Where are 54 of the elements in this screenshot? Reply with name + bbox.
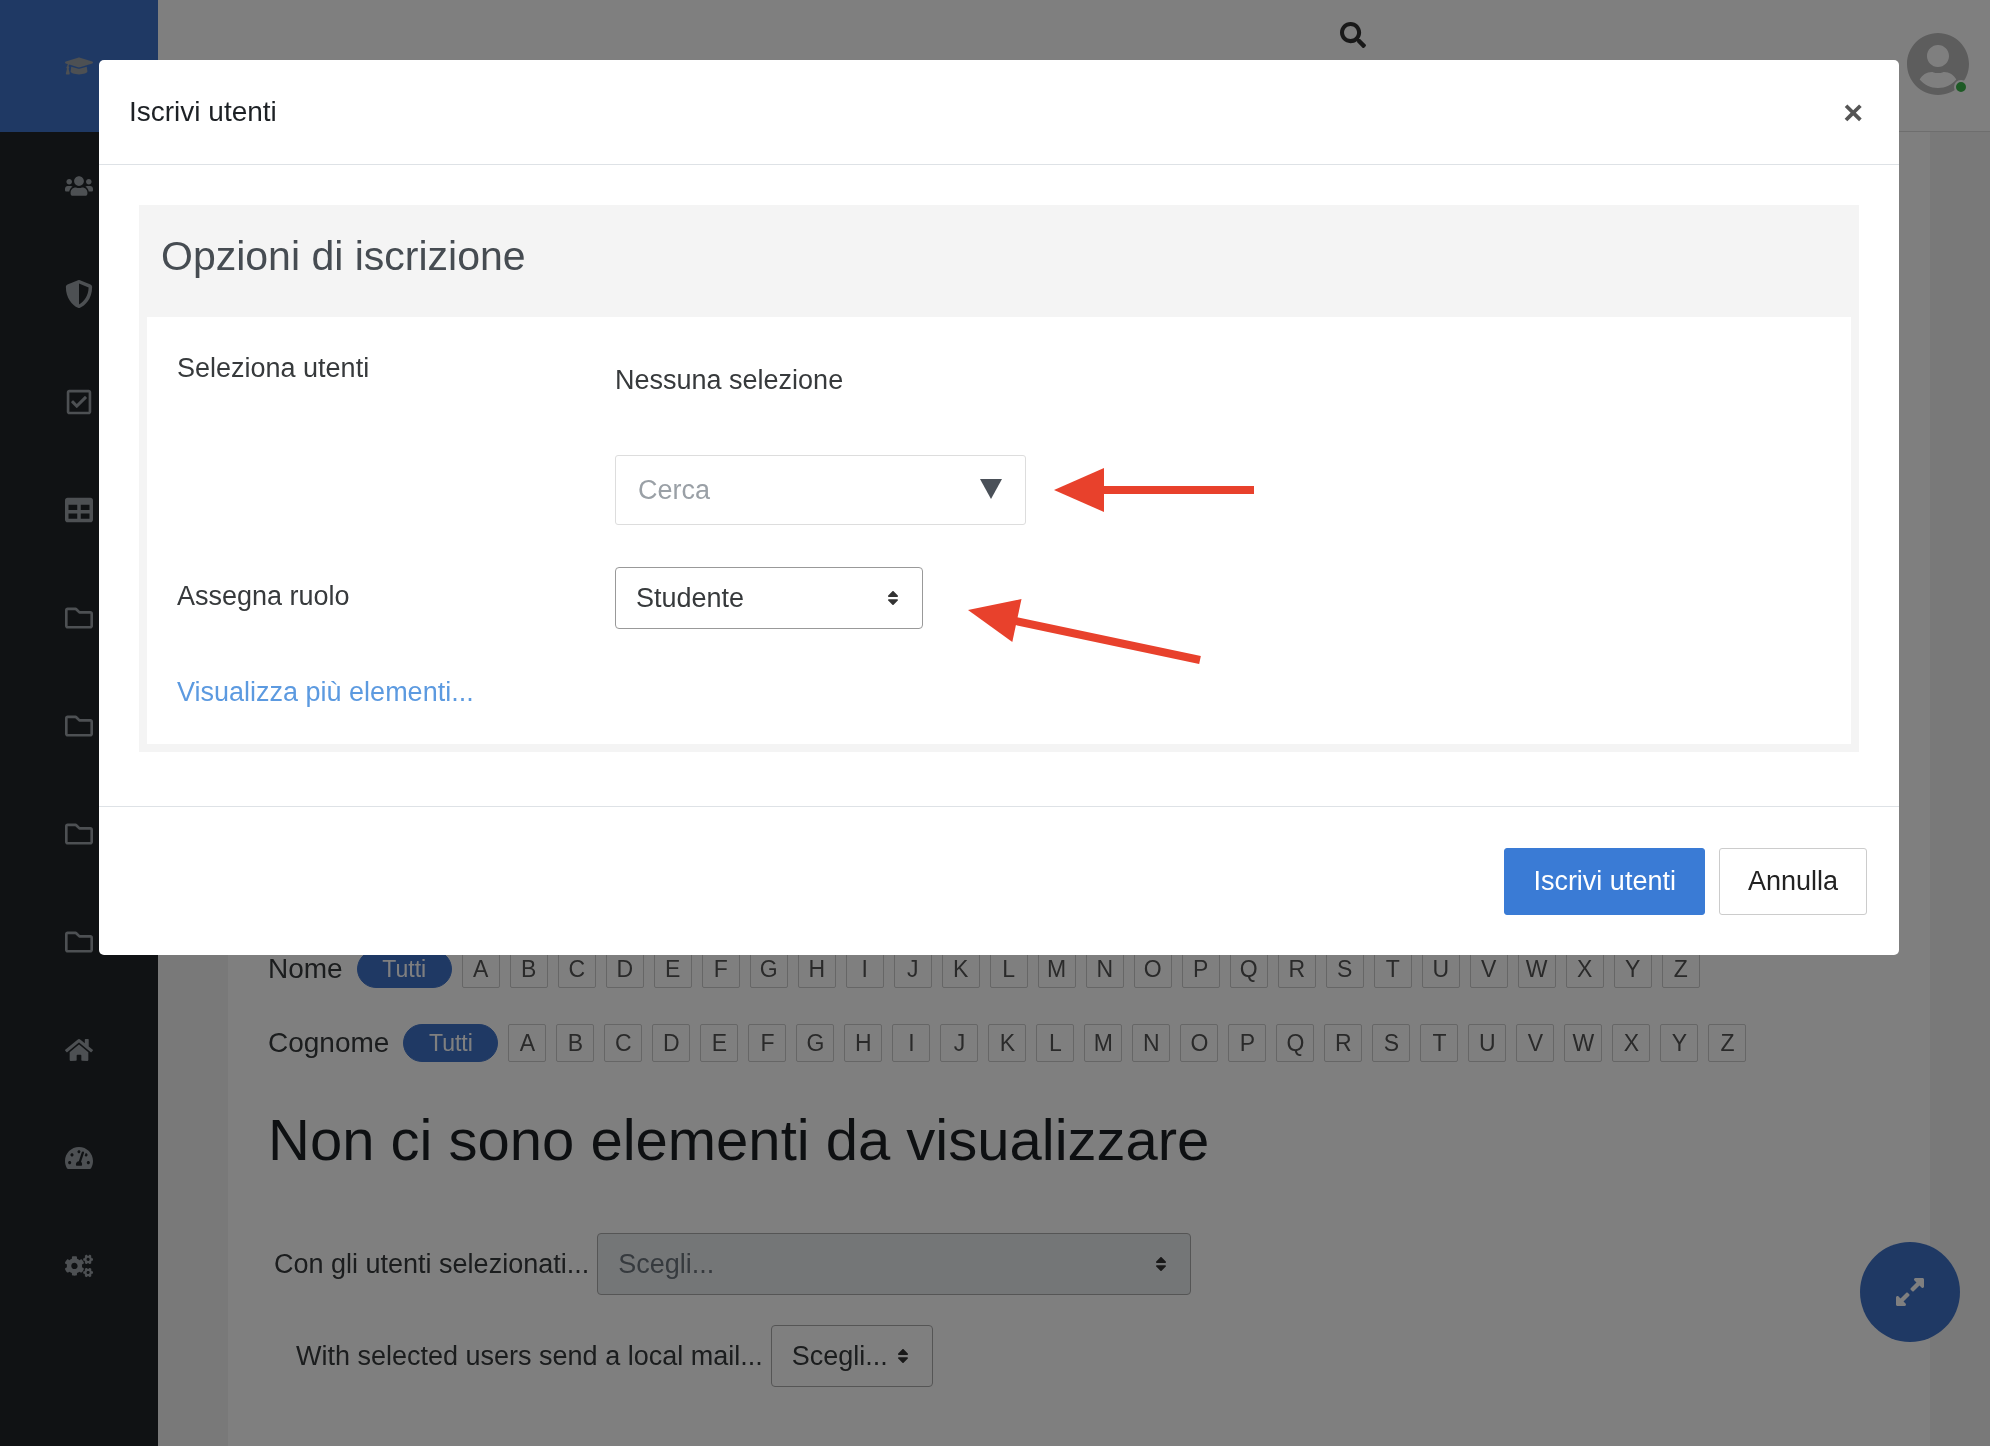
- caret-icon: [980, 479, 1002, 499]
- field-label: Assegna ruolo: [177, 580, 351, 613]
- modal-title: Iscrivi utenti: [129, 96, 277, 128]
- letter-filter[interactable]: T: [1420, 1024, 1459, 1062]
- filter-label: Nome: [268, 953, 343, 985]
- letter-filter[interactable]: G: [796, 1024, 835, 1062]
- letter-filter[interactable]: Q: [1276, 1024, 1315, 1062]
- letter-filter[interactable]: H: [844, 1024, 883, 1062]
- enrol-button[interactable]: Iscrivi utenti: [1504, 847, 1705, 915]
- letter-filter[interactable]: Z: [1708, 1024, 1747, 1062]
- letter-filter[interactable]: M: [1084, 1024, 1123, 1062]
- gauge-icon: [65, 1144, 93, 1172]
- letter-filter[interactable]: S: [1372, 1024, 1411, 1062]
- letter-filter[interactable]: K: [988, 1024, 1027, 1062]
- letter-filter[interactable]: W: [1564, 1024, 1603, 1062]
- letter-filter[interactable]: I: [892, 1024, 931, 1062]
- letter-filter[interactable]: V: [1516, 1024, 1555, 1062]
- empty-message: Non ci sono elementi da visualizzare: [268, 1106, 1211, 1173]
- section-title: Opzioni di iscrizione: [160, 232, 527, 281]
- home-icon: [65, 1036, 93, 1064]
- letter-filter[interactable]: P: [1228, 1024, 1267, 1062]
- letter-filter[interactable]: U: [1468, 1024, 1507, 1062]
- letter-filter[interactable]: B: [556, 1024, 595, 1062]
- selection-text: Nessuna selezione: [615, 364, 845, 396]
- bulk-action-label: Con gli utenti selezionati...: [274, 1248, 590, 1280]
- expand-icon: [1894, 1276, 1926, 1308]
- gears-icon: [65, 1252, 93, 1280]
- letter-filter[interactable]: D: [652, 1024, 691, 1062]
- letter-filter[interactable]: C: [604, 1024, 643, 1062]
- letter-filter[interactable]: O: [1180, 1024, 1219, 1062]
- letter-filter[interactable]: A: [508, 1024, 547, 1062]
- letter-filter[interactable]: N: [1132, 1024, 1171, 1062]
- shield-icon: [65, 280, 93, 308]
- letter-filter[interactable]: R: [1324, 1024, 1363, 1062]
- bulk-action-label: With selected users send a local mail...: [296, 1340, 763, 1372]
- checkbox-icon: [65, 388, 93, 416]
- action-select[interactable]: Scegli...: [597, 1233, 1192, 1295]
- letter-filter[interactable]: F: [748, 1024, 787, 1062]
- search-field[interactable]: Cerca: [615, 455, 1026, 525]
- close-button[interactable]: ×: [1837, 92, 1869, 132]
- cancel-button[interactable]: Annulla: [1718, 847, 1867, 915]
- letter-filter[interactable]: E: [700, 1024, 739, 1062]
- filter-label: Cognome: [268, 1027, 390, 1059]
- field-label: Seleziona utenti: [177, 353, 371, 385]
- more-link[interactable]: Visualizza più elementi...: [177, 677, 474, 707]
- letter-filter[interactable]: Y: [1660, 1024, 1699, 1062]
- role-select[interactable]: Studente: [615, 567, 923, 629]
- letter-filter[interactable]: J: [940, 1024, 979, 1062]
- letter-filter[interactable]: Tutti: [403, 1024, 499, 1062]
- table-icon: [65, 496, 93, 524]
- letter-filter[interactable]: X: [1612, 1024, 1651, 1062]
- action-select[interactable]: Scegli...: [770, 1325, 933, 1387]
- search-icon[interactable]: [1340, 22, 1366, 48]
- letter-filter[interactable]: L: [1036, 1024, 1075, 1062]
